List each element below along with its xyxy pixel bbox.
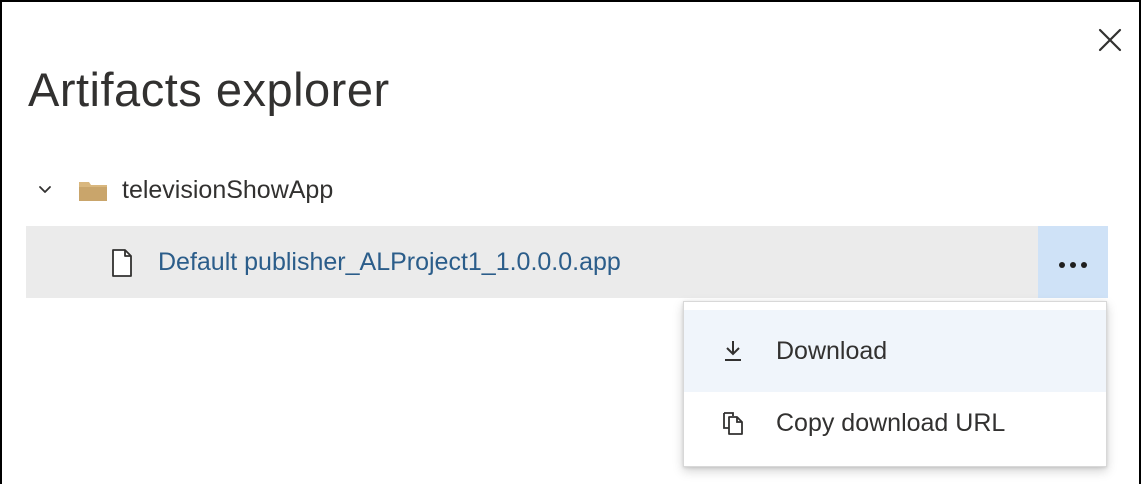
close-button[interactable] bbox=[1090, 20, 1126, 56]
menu-item-label: Download bbox=[776, 336, 888, 365]
file-row[interactable]: Default publisher_ALProject1_1.0.0.0.app bbox=[26, 226, 1108, 298]
tree-folder-node[interactable]: televisionShowApp bbox=[26, 168, 333, 212]
menu-item-copy-download-url[interactable]: Copy download URL bbox=[684, 382, 1106, 464]
context-menu: Download Copy download URL bbox=[683, 301, 1107, 467]
file-link[interactable]: Default publisher_ALProject1_1.0.0.0.app bbox=[158, 246, 621, 278]
close-icon bbox=[1098, 28, 1122, 52]
dialog-title: Artifacts explorer bbox=[28, 63, 390, 116]
folder-icon bbox=[78, 168, 112, 212]
more-horizontal-icon bbox=[1059, 262, 1087, 268]
download-icon bbox=[718, 336, 748, 366]
menu-item-download[interactable]: Download bbox=[684, 310, 1106, 392]
chevron-down-icon[interactable] bbox=[30, 168, 60, 212]
copy-icon bbox=[718, 408, 748, 438]
menu-item-label: Copy download URL bbox=[776, 408, 1006, 437]
file-icon bbox=[110, 248, 134, 278]
more-actions-button[interactable] bbox=[1038, 226, 1108, 298]
artifacts-explorer-dialog: Artifacts explorer televisionShowApp Def… bbox=[0, 0, 1141, 484]
folder-label: televisionShowApp bbox=[122, 175, 334, 204]
